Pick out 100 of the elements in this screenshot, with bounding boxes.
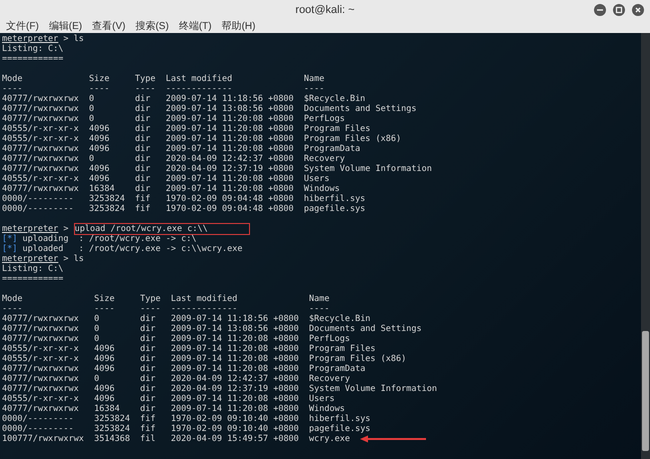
output-text: Listing: C:\ [2,44,64,54]
table-cell: PerfLogs [309,334,350,344]
table-cell: 40777/rwxrwxrwx [2,144,79,154]
menu-item[interactable]: 帮助(H) [222,20,256,32]
column-header: Type [140,294,162,304]
output-text: ============ [2,274,64,284]
column-header: Mode [2,294,24,304]
table-cell: Windows [309,404,345,414]
prompt-symbol: > [63,254,69,264]
column-header: Mode [2,74,24,84]
table-cell: 0000/--------- [2,204,74,214]
header-rule: ---- [135,84,157,94]
header-rule: ------------- [166,84,234,94]
table-cell: dir [135,164,150,174]
table-cell: 2020-04-09 12:42:37 +0800 [166,154,294,164]
table-cell: hiberfil.sys [309,414,370,424]
table-cell: 40777/rwxrwxrwx [2,164,79,174]
header-rule: ------------- [170,304,238,314]
table-cell: dir [135,114,150,124]
table-cell: dir [135,144,150,154]
table-cell: 2020-04-09 12:42:37 +0800 [170,374,299,384]
table-cell: 0 [88,154,94,164]
table-cell: 2009-07-14 11:18:56 +0800 [170,314,299,324]
menu-item[interactable]: 终端(T) [178,20,212,32]
menu-item[interactable]: 编辑(E) [48,20,82,32]
table-cell: System Volume Information [304,164,432,174]
minimize-icon[interactable] [594,4,606,16]
maximize-icon[interactable] [613,4,625,16]
table-cell: Recovery [309,374,350,384]
table-cell: 3253824 [88,194,125,204]
table-cell: 2009-07-14 11:18:56 +0800 [166,94,294,104]
table-cell: Program Files (x86) [304,134,402,144]
table-cell: dir [140,404,156,414]
table-cell: 3253824 [94,424,130,434]
table-cell: 40777/rwxrwxrwx [2,374,79,384]
table-cell: 0000/--------- [2,424,74,434]
menu-item[interactable]: 文件(F) [6,20,39,32]
column-header: Size [94,294,116,304]
table-cell: dir [135,184,150,194]
table-cell: pagefile.sys [304,204,366,214]
table-cell: 40777/rwxrwxrwx [2,384,79,394]
column-header: Name [309,294,330,304]
table-cell: dir [135,94,150,104]
prompt-symbol: > [63,34,69,44]
menu-item[interactable]: 查看(V) [92,20,126,32]
table-cell: 0 [88,94,94,104]
table-cell: pagefile.sys [309,424,370,434]
prompt-text: meterpreter [2,224,58,234]
table-cell: 40777/rwxrwxrwx [2,334,79,344]
table-cell: 2009-07-14 11:20:08 +0800 [166,134,294,144]
table-cell: dir [140,374,156,384]
output-text: uploading : /root/wcry.exe -> c:\ [22,234,196,244]
table-cell: 0 [88,114,94,124]
table-cell: Users [309,394,335,404]
status-tag: [*] [2,234,18,244]
close-icon[interactable] [632,4,644,16]
window-title: root@kali: ~ [295,2,355,18]
table-cell: 2020-04-09 12:37:19 +0800 [170,384,299,394]
table-cell: $Recycle.Bin [309,314,370,324]
scrollbar-thumb[interactable] [642,331,649,451]
prompt-text: meterpreter [2,254,58,264]
table-cell: dir [140,314,156,324]
table-cell: 2009-07-14 11:20:08 +0800 [166,144,294,154]
table-cell: dir [135,124,150,134]
table-cell: 40555/r-xr-xr-x [2,124,79,134]
table-cell: 40555/r-xr-xr-x [2,344,79,354]
table-cell: 4096 [94,394,115,404]
table-cell: 4096 [94,344,115,354]
table-cell: 40777/rwxrwxrwx [2,114,79,124]
table-cell: 2009-07-14 11:20:08 +0800 [166,174,294,184]
table-cell: 40777/rwxrwxrwx [2,94,79,104]
table-cell: 0 [94,324,100,334]
header-rule: ---- [304,84,326,94]
table-cell: dir [140,394,156,404]
table-cell: fif [135,204,150,214]
table-cell: 2009-07-14 11:20:08 +0800 [166,184,294,194]
table-cell: 40777/rwxrwxrwx [2,154,79,164]
table-cell: PerfLogs [304,114,345,124]
table-cell: 0 [94,334,100,344]
table-cell: 1970-02-09 09:04:48 +0800 [166,204,294,214]
table-cell: Windows [304,184,340,194]
table-cell: 2009-07-14 11:20:08 +0800 [170,364,299,374]
prompt-text: meterpreter [2,34,58,44]
header-rule: ---- [2,84,24,94]
header-rule: ---- [94,304,116,314]
table-cell: 2009-07-14 11:20:08 +0800 [170,354,299,364]
table-cell: 4096 [94,384,115,394]
table-cell: 40777/rwxrwxrwx [2,184,79,194]
table-cell: 4096 [94,354,115,364]
table-cell: fif [135,194,150,204]
table-cell: 2020-04-09 15:49:57 +0800 [170,434,299,444]
table-cell: 2020-04-09 12:37:19 +0800 [166,164,294,174]
menu-item[interactable]: 搜索(S) [135,20,169,32]
scrollbar[interactable] [641,33,650,459]
column-header: Last modified [166,74,234,84]
table-cell: 3514368 [94,434,130,444]
table-cell: 0 [94,314,100,324]
table-cell: 1970-02-09 09:04:48 +0800 [166,194,294,204]
table-cell: dir [135,134,150,144]
header-rule: ---- [309,304,330,314]
